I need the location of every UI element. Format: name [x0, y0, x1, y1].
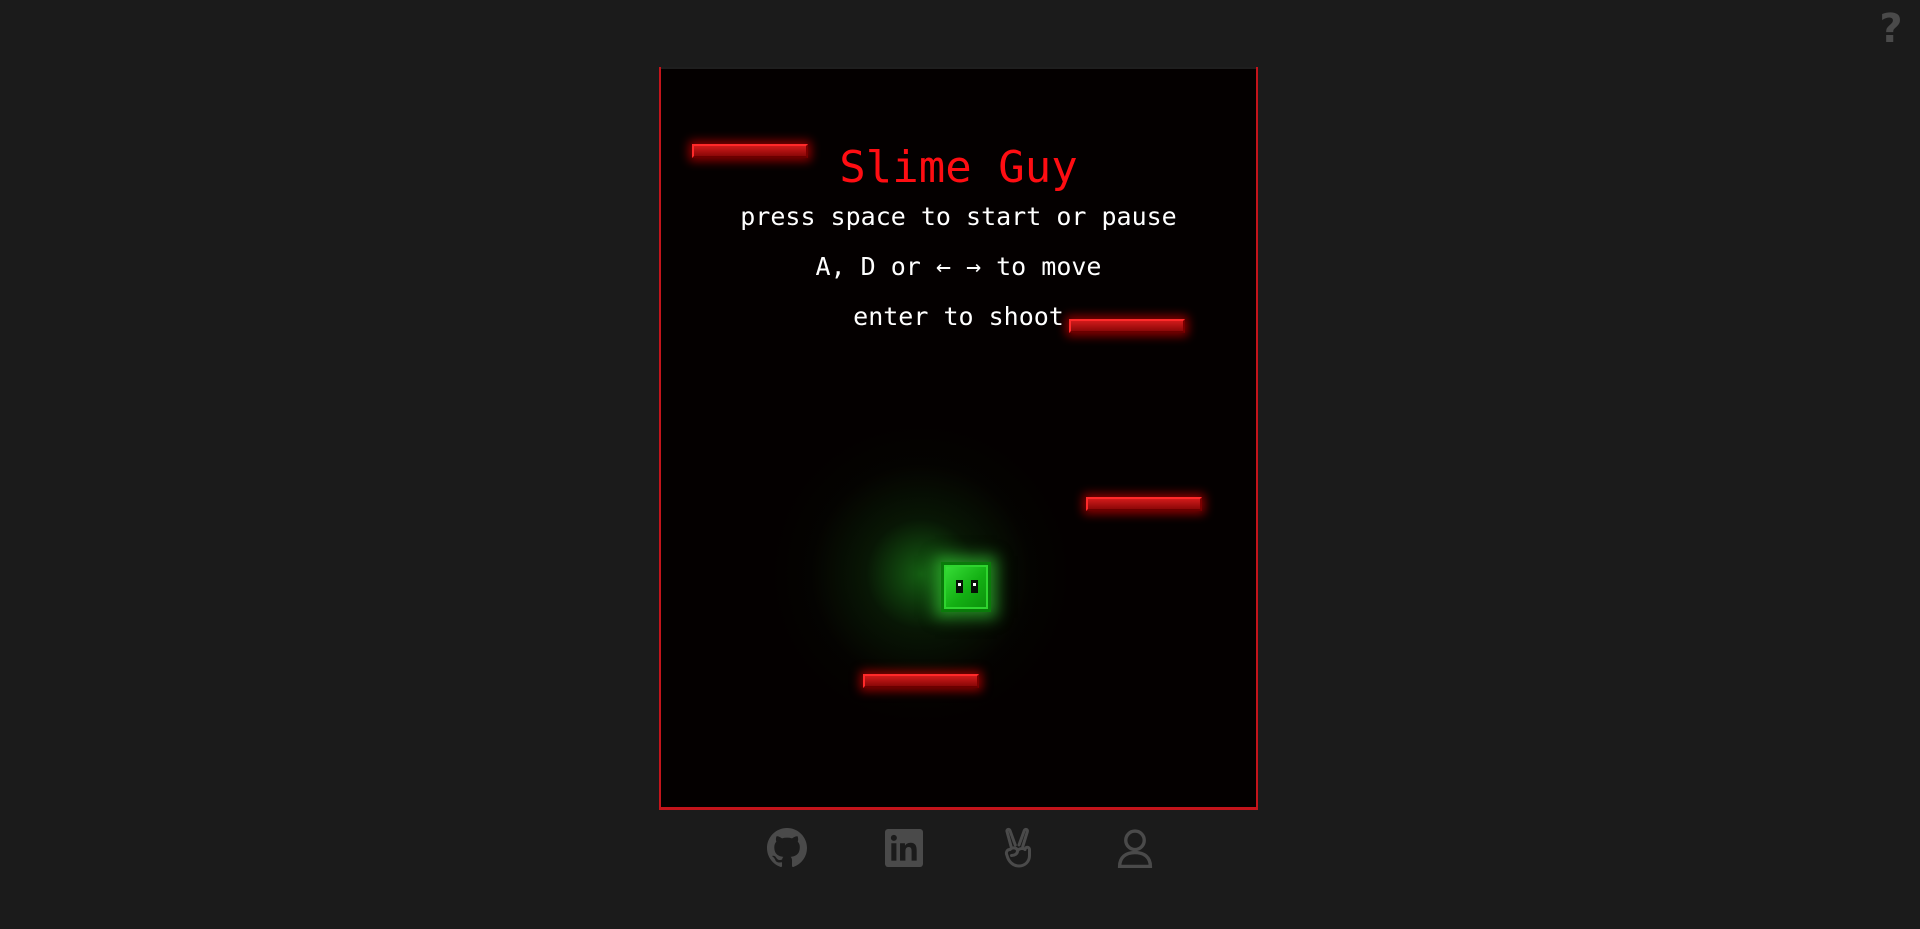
angellist-link[interactable] [997, 826, 1041, 870]
slime-right-eye [971, 580, 978, 593]
peace-hand-icon [1001, 827, 1037, 869]
instruction-shoot: enter to shoot [853, 302, 1064, 331]
game-title: Slime Guy [839, 142, 1078, 193]
game-canvas[interactable]: Slime Guy press space to start or pause … [659, 67, 1258, 809]
github-link[interactable] [765, 826, 809, 870]
github-icon [767, 828, 807, 868]
linkedin-icon [885, 829, 923, 867]
platform [863, 674, 979, 688]
slime-left-eye [956, 580, 963, 593]
slime-player [941, 562, 991, 612]
linkedin-link[interactable] [882, 826, 926, 870]
help-icon[interactable]: ? [1876, 6, 1906, 52]
profile-link[interactable] [1113, 826, 1157, 870]
user-icon [1116, 828, 1154, 868]
platform [1086, 497, 1202, 511]
instruction-start-pause: press space to start or pause [740, 202, 1177, 231]
social-links-bar [0, 826, 1920, 872]
instruction-move: A, D or ← → to move [815, 252, 1102, 281]
